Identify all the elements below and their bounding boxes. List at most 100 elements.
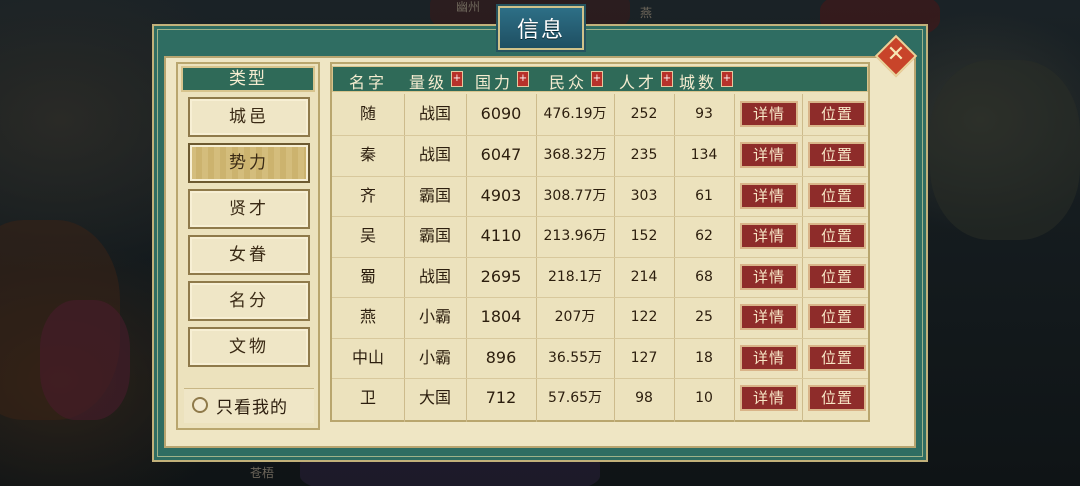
cell-talent: 252 [630, 106, 658, 122]
sort-icon[interactable]: + [591, 71, 603, 87]
cell-cities: 68 [695, 269, 713, 285]
cell-cities: 93 [695, 106, 713, 122]
sort-icon[interactable]: + [661, 71, 673, 87]
category-button-talents[interactable]: 贤才 [188, 189, 310, 229]
row-divider [332, 176, 868, 177]
cell-power: 896 [485, 348, 517, 367]
column-header-rank[interactable]: 量级 [409, 69, 447, 93]
cell-power: 6047 [480, 145, 522, 164]
category-button-factions[interactable]: 势力 [188, 143, 310, 183]
only-mine-label: 只看我的 [216, 398, 288, 418]
location-button[interactable]: 位置 [808, 223, 866, 249]
table-row: 吴 霸国 4110 213.96万 152 62 详情 位置 [332, 216, 868, 256]
cell-rank: 霸国 [418, 226, 451, 245]
cell-people: 213.96万 [543, 228, 607, 244]
cell-power: 4903 [480, 186, 522, 205]
location-button[interactable]: 位置 [808, 385, 866, 411]
detail-button[interactable]: 详情 [740, 264, 798, 290]
only-mine-toggle[interactable]: 只看我的 [184, 388, 314, 423]
row-divider [332, 257, 868, 258]
cell-power: 712 [485, 388, 517, 407]
close-button[interactable]: ✕ [874, 34, 918, 78]
detail-button[interactable]: 详情 [740, 101, 798, 127]
sort-icon[interactable]: + [721, 71, 733, 87]
row-divider [332, 297, 868, 298]
cell-cities: 10 [695, 390, 713, 406]
table-row: 卫 大国 712 57.65万 98 10 详情 位置 [332, 378, 868, 418]
cell-rank: 大国 [418, 388, 451, 407]
cell-cities: 25 [695, 309, 713, 325]
cell-name: 卫 [359, 388, 376, 407]
cell-name: 齐 [359, 186, 376, 205]
cell-name: 中山 [351, 348, 384, 367]
cell-name: 秦 [359, 145, 376, 164]
cell-people: 476.19万 [543, 106, 607, 122]
table-row: 齐 霸国 4903 308.77万 303 61 详情 位置 [332, 176, 868, 216]
category-button-women[interactable]: 女眷 [188, 235, 310, 275]
map-label: 幽州 [456, 0, 481, 14]
location-button[interactable]: 位置 [808, 345, 866, 371]
cell-name: 蜀 [359, 267, 376, 286]
column-header-cities[interactable]: 城数 [679, 69, 717, 93]
cell-talent: 214 [630, 269, 658, 285]
cell-power: 1804 [480, 307, 522, 326]
detail-button[interactable]: 详情 [740, 223, 798, 249]
detail-button[interactable]: 详情 [740, 183, 798, 209]
map-label: 燕 [640, 6, 653, 20]
cell-cities: 61 [695, 188, 713, 204]
cell-people: 308.77万 [543, 188, 607, 204]
table-row: 秦 战国 6047 368.32万 235 134 详情 位置 [332, 135, 868, 175]
radio-icon[interactable] [192, 397, 208, 413]
cell-people: 57.65万 [547, 390, 603, 406]
cell-cities: 62 [695, 228, 713, 244]
cell-name: 随 [359, 104, 376, 123]
cell-name: 吴 [359, 226, 376, 245]
location-button[interactable]: 位置 [808, 101, 866, 127]
category-button-titles[interactable]: 名分 [188, 281, 310, 321]
table-header: 名字 量级 + 国力 + 民众 + 人才 + 城数 + [332, 66, 868, 92]
location-button[interactable]: 位置 [808, 183, 866, 209]
detail-button[interactable]: 详情 [740, 345, 798, 371]
location-button[interactable]: 位置 [808, 142, 866, 168]
category-button-cities[interactable]: 城邑 [188, 97, 310, 137]
category-header: 类型 [181, 66, 315, 92]
cell-talent: 98 [635, 390, 653, 406]
cell-people: 218.1万 [547, 269, 603, 285]
location-button[interactable]: 位置 [808, 304, 866, 330]
cell-rank: 战国 [418, 104, 451, 123]
table-row: 随 战国 6090 476.19万 252 93 详情 位置 [332, 94, 868, 134]
cell-cities: 134 [690, 147, 718, 163]
cell-rank: 霸国 [418, 186, 451, 205]
column-header-power[interactable]: 国力 [475, 69, 513, 93]
row-divider [332, 378, 868, 379]
row-divider [332, 216, 868, 217]
cell-name: 燕 [359, 307, 376, 326]
dialog-title-plate: 信息 [498, 6, 584, 50]
cell-people: 207万 [554, 309, 596, 325]
cell-power: 6090 [480, 104, 522, 123]
cell-talent: 122 [630, 309, 658, 325]
column-header-talent[interactable]: 人才 [619, 69, 657, 93]
column-header-people[interactable]: 民众 [549, 69, 587, 93]
table-row: 燕 小霸 1804 207万 122 25 详情 位置 [332, 297, 868, 337]
sort-icon[interactable]: + [451, 71, 463, 87]
map-label: 苍梧 [250, 466, 275, 480]
dialog-title: 信息 [516, 18, 565, 43]
cell-talent: 152 [630, 228, 658, 244]
close-icon: ✕ [886, 42, 906, 67]
location-button[interactable]: 位置 [808, 264, 866, 290]
column-header-name: 名字 [349, 73, 388, 92]
detail-button[interactable]: 详情 [740, 304, 798, 330]
detail-button[interactable]: 详情 [740, 385, 798, 411]
cell-people: 368.32万 [543, 147, 607, 163]
detail-button[interactable]: 详情 [740, 142, 798, 168]
cell-cities: 18 [695, 350, 713, 366]
sort-icon[interactable]: + [517, 71, 529, 87]
category-button-artifacts[interactable]: 文物 [188, 327, 310, 367]
cell-power: 2695 [480, 267, 522, 286]
cell-rank: 小霸 [418, 307, 451, 326]
table-row: 中山 小霸 896 36.55万 127 18 详情 位置 [332, 338, 868, 378]
row-divider [332, 135, 868, 136]
cell-talent: 235 [630, 147, 658, 163]
cell-rank: 小霸 [418, 348, 451, 367]
